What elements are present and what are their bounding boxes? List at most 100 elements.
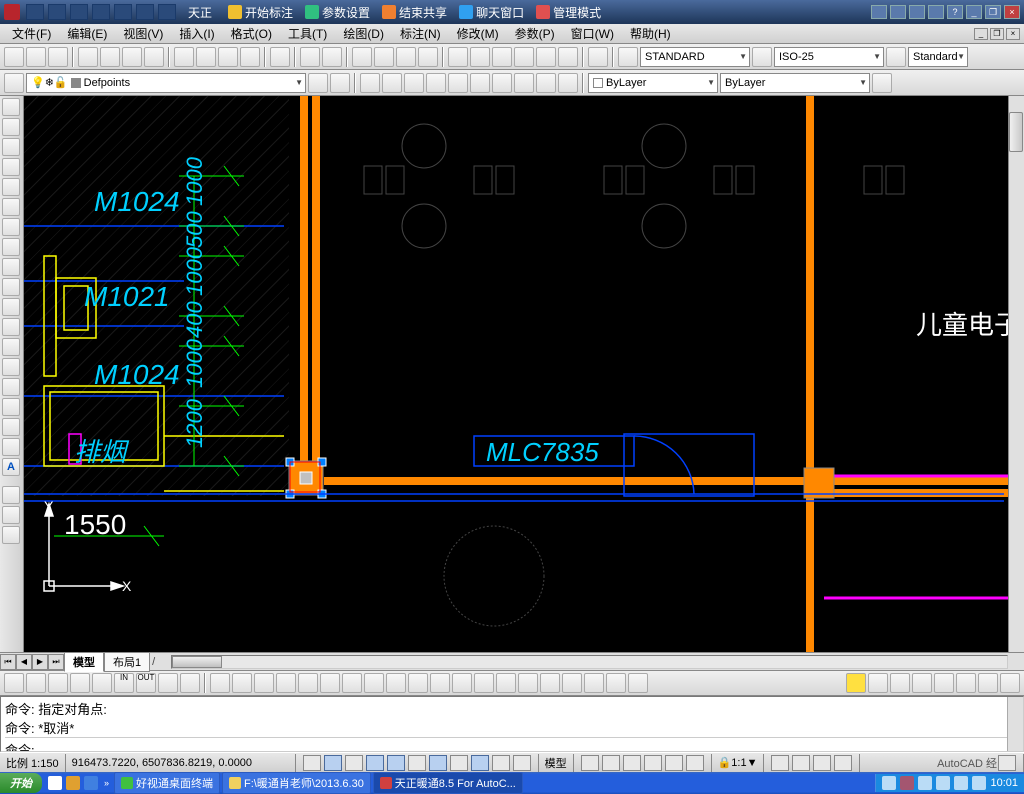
qa-more-icon[interactable]: [158, 4, 176, 20]
bt6-icon[interactable]: IN: [114, 673, 134, 693]
dimbas-icon[interactable]: [408, 673, 428, 693]
help-search2-icon[interactable]: [890, 5, 906, 19]
collab-tab-end-share[interactable]: 结束共享: [382, 4, 447, 21]
ext8-icon[interactable]: [1000, 673, 1020, 693]
textstyle-combo[interactable]: STANDARD: [640, 47, 750, 67]
gradient-icon[interactable]: [2, 398, 20, 416]
tablestyle-combo[interactable]: Standard: [908, 47, 968, 67]
annovis-icon[interactable]: [771, 755, 789, 771]
props-icon[interactable]: [448, 47, 468, 67]
help-toolbar-icon[interactable]: [588, 47, 608, 67]
cen-icon[interactable]: [518, 673, 538, 693]
ext5-icon[interactable]: [934, 673, 954, 693]
horizontal-scrollbar[interactable]: [171, 655, 1008, 669]
cut-icon[interactable]: [174, 47, 194, 67]
calc-icon[interactable]: [558, 47, 578, 67]
mtext-icon[interactable]: A: [2, 458, 20, 476]
qa-redo-icon[interactable]: [114, 4, 132, 20]
tray-icon6[interactable]: [972, 776, 986, 790]
clock[interactable]: 10:01: [990, 777, 1018, 789]
command-window[interactable]: 命令: 指定对角点: 命令: *取消* 命令:: [0, 696, 1024, 752]
qa-save-icon[interactable]: [70, 4, 88, 20]
bt5-icon[interactable]: [92, 673, 112, 693]
bt1-icon[interactable]: [4, 673, 24, 693]
layerprev-icon[interactable]: [330, 73, 350, 93]
revcloud-icon[interactable]: [2, 238, 20, 256]
help-icon[interactable]: ?: [947, 5, 963, 19]
polygon-icon[interactable]: [2, 158, 20, 176]
otrack-toggle[interactable]: [429, 755, 447, 771]
menu-draw[interactable]: 绘图(D): [335, 23, 392, 44]
pan-icon[interactable]: [352, 47, 372, 67]
taskbar-item-explorer[interactable]: F:\暖通肖老师\2013.6.30: [222, 772, 371, 794]
vscroll-thumb[interactable]: [1009, 112, 1023, 152]
toolbar-lock-icon[interactable]: [834, 755, 852, 771]
layermatch-icon[interactable]: [360, 73, 380, 93]
tablestyle-icon[interactable]: [886, 47, 906, 67]
tray-icon5[interactable]: [954, 776, 968, 790]
help-comm-icon[interactable]: [909, 5, 925, 19]
menu-param[interactable]: 参数(P): [507, 23, 563, 44]
bt4-icon[interactable]: [70, 673, 90, 693]
region-icon[interactable]: [2, 418, 20, 436]
ellipse-icon[interactable]: [2, 278, 20, 296]
ext7-icon[interactable]: [978, 673, 998, 693]
ext6-icon[interactable]: [956, 673, 976, 693]
tray-icon2[interactable]: [900, 776, 914, 790]
layeroff-icon[interactable]: [470, 73, 490, 93]
ext1-icon[interactable]: [846, 673, 866, 693]
3ddwf-icon[interactable]: [144, 47, 164, 67]
cmd-prompt[interactable]: 命令:: [5, 737, 1019, 752]
print-icon[interactable]: [78, 47, 98, 67]
redo-icon[interactable]: [322, 47, 342, 67]
ql-icon1[interactable]: [48, 776, 62, 790]
matchprop-icon[interactable]: [240, 47, 260, 67]
modify3-icon[interactable]: [2, 526, 20, 544]
menu-file[interactable]: 文件(F): [4, 23, 59, 44]
model-space-button[interactable]: 模型: [539, 754, 574, 772]
ql-expand-icon[interactable]: »: [104, 778, 109, 788]
drawing-canvas[interactable]: M1024 M1021 M1024 排烟 MLC7835 儿童电子阅 1000 …: [24, 96, 1008, 652]
dimdia-icon[interactable]: [342, 673, 362, 693]
markup-icon[interactable]: [536, 47, 556, 67]
start-button[interactable]: 开始: [0, 773, 42, 793]
menu-help[interactable]: 帮助(H): [622, 23, 679, 44]
tab-prev-icon[interactable]: ◀: [16, 654, 32, 670]
paste-icon[interactable]: [218, 47, 238, 67]
anno-scale[interactable]: 🔒 1:1 ▼: [712, 754, 765, 772]
undo-icon[interactable]: [300, 47, 320, 67]
dimord-icon[interactable]: [276, 673, 296, 693]
dimarc-icon[interactable]: [254, 673, 274, 693]
tol-icon[interactable]: [496, 673, 516, 693]
showmotion-icon[interactable]: [686, 755, 704, 771]
pan-status-icon[interactable]: [623, 755, 641, 771]
dimstyle-combo[interactable]: ISO-25: [774, 47, 884, 67]
tray-icon4[interactable]: [936, 776, 950, 790]
qa-undo-icon[interactable]: [92, 4, 110, 20]
annoauto-icon[interactable]: [792, 755, 810, 771]
doc-restore-icon[interactable]: ❐: [990, 28, 1004, 40]
layerstate-icon[interactable]: [308, 73, 328, 93]
tab-next-icon[interactable]: ▶: [32, 654, 48, 670]
bt9-icon[interactable]: [180, 673, 200, 693]
dimspa-icon[interactable]: [452, 673, 472, 693]
window-minimize-icon[interactable]: _: [966, 5, 982, 19]
rectangle-icon[interactable]: [2, 178, 20, 196]
textstyle-icon[interactable]: [618, 47, 638, 67]
taskbar-item-hst[interactable]: 好视通桌面终端: [114, 772, 220, 794]
zoom-rt-icon[interactable]: [374, 47, 394, 67]
pline-icon[interactable]: [2, 138, 20, 156]
xline-icon[interactable]: [2, 118, 20, 136]
menu-insert[interactable]: 插入(I): [171, 23, 222, 44]
save-icon[interactable]: [48, 47, 68, 67]
snap-toggle[interactable]: [303, 755, 321, 771]
osnap-toggle[interactable]: [387, 755, 405, 771]
line-icon[interactable]: [2, 98, 20, 116]
lineweight-combo[interactable]: ByLayer: [720, 73, 870, 93]
arc-icon[interactable]: [2, 198, 20, 216]
layerunlck-icon[interactable]: [558, 73, 578, 93]
qa-open-icon[interactable]: [48, 4, 66, 20]
new-icon[interactable]: [4, 47, 24, 67]
menu-view[interactable]: 视图(V): [115, 23, 171, 44]
layeruniso-icon[interactable]: [426, 73, 446, 93]
